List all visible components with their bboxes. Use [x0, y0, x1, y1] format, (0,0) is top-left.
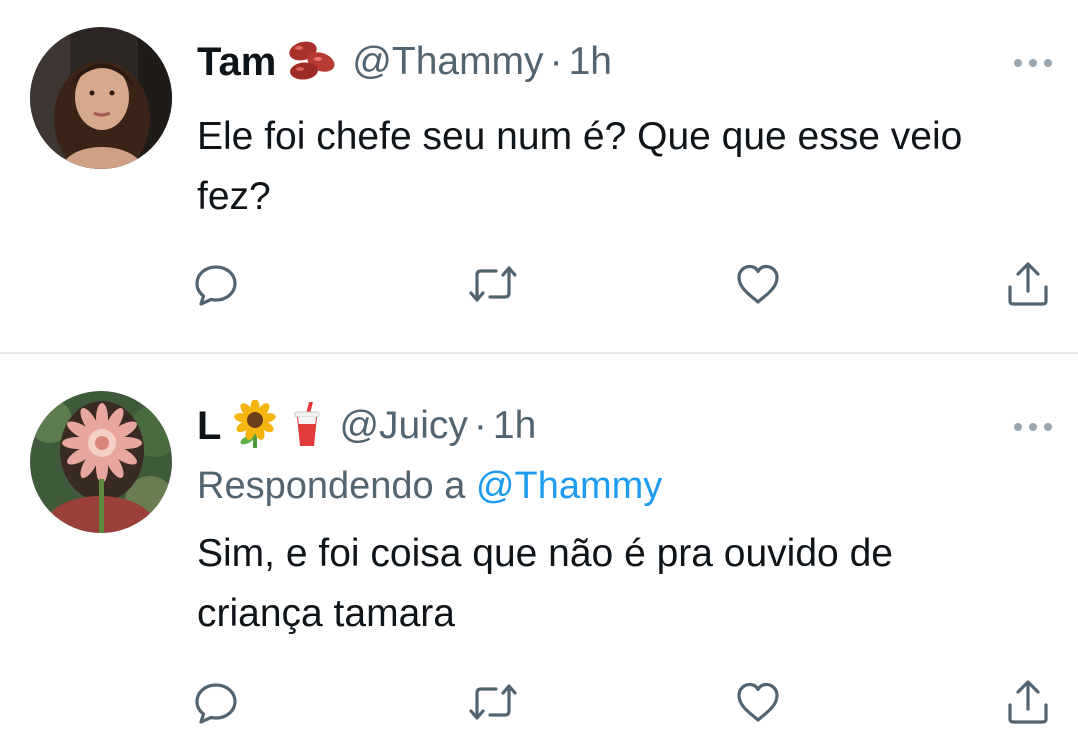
tweet-actions	[0, 254, 1078, 314]
like-icon[interactable]	[728, 672, 788, 732]
more-options-icon[interactable]	[1014, 57, 1052, 69]
timestamp[interactable]: 1h	[569, 40, 612, 84]
reply-icon[interactable]	[186, 672, 246, 732]
share-icon[interactable]	[998, 254, 1058, 314]
tweet-text: Ele foi chefe seu num é? Que que esse ve…	[197, 115, 963, 218]
tweet-actions	[0, 672, 1078, 732]
tweet-header: Tam @Thammy · 1h	[197, 38, 612, 86]
handle[interactable]: @Juicy	[339, 404, 467, 448]
mention-link[interactable]: @Thammy	[476, 465, 662, 507]
tweet[interactable]: L @Juicy · 1h Respondendo a @Thammy Sim,…	[0, 354, 1078, 756]
replying-prefix: Respondendo a	[197, 465, 466, 507]
avatar[interactable]	[30, 27, 172, 169]
cup-with-straw-emoji	[289, 400, 325, 453]
reply-icon[interactable]	[186, 254, 246, 314]
retweet-icon[interactable]	[463, 672, 523, 732]
retweet-icon[interactable]	[463, 254, 523, 314]
more-options-icon[interactable]	[1014, 421, 1052, 433]
beans-emoji	[286, 38, 338, 87]
sunflower-emoji	[231, 398, 279, 453]
timestamp[interactable]: 1h	[493, 404, 536, 448]
replying-to: Respondendo a @Thammy	[197, 465, 662, 508]
display-name[interactable]: L	[197, 404, 221, 449]
separator: ·	[473, 404, 487, 447]
tweet[interactable]: Tam @Thammy · 1h Ele foi chefe seu num é…	[0, 0, 1078, 352]
tweet-text: Sim, e foi coisa que não é pra ouvido de…	[197, 532, 893, 635]
separator: ·	[549, 40, 563, 83]
handle[interactable]: @Thammy	[352, 40, 543, 84]
like-icon[interactable]	[728, 254, 788, 314]
avatar[interactable]	[30, 391, 172, 533]
share-icon[interactable]	[998, 672, 1058, 732]
display-name[interactable]: Tam	[197, 40, 276, 85]
tweet-header: L @Juicy · 1h	[197, 398, 536, 453]
